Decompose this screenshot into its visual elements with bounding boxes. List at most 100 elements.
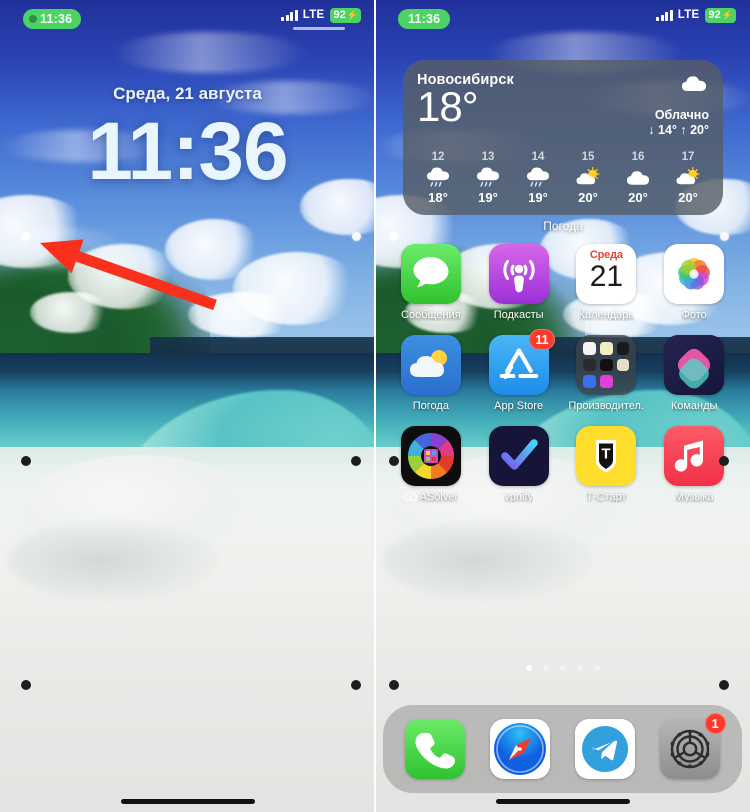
telegram-app-icon[interactable] xyxy=(574,719,635,779)
weather-hour-column: 12 18° xyxy=(413,151,463,205)
app-row: ASolver vpnify T Т-Старт Музыка xyxy=(387,426,738,504)
dock-item xyxy=(405,719,466,779)
page-dot[interactable] xyxy=(559,665,566,671)
cloud-rain-icon xyxy=(513,165,563,189)
settings-app-icon[interactable]: 1 xyxy=(659,713,726,779)
icloud-download-icon xyxy=(403,491,417,504)
registration-dot-right-bottom xyxy=(351,680,361,690)
weather-hour-time: 14 xyxy=(531,151,545,163)
app-store-icon[interactable]: 11 xyxy=(488,329,555,395)
status-time-pill: 11:36 xyxy=(23,9,82,29)
weather-widget[interactable]: Новосибирск 18° Облачно ↓ 14° ↑ 20° 12 18… xyxy=(403,60,723,215)
app-label: Команды xyxy=(670,400,718,412)
battery-percent: 92 xyxy=(333,9,346,21)
weather-hour-temp: 19° xyxy=(478,190,498,205)
status-underline-accent xyxy=(293,27,345,30)
page-indicator-dots[interactable] xyxy=(375,665,750,671)
safari-app-icon[interactable] xyxy=(490,719,551,779)
home-indicator-bar[interactable] xyxy=(495,799,630,804)
podcasts-app-icon[interactable] xyxy=(488,244,549,304)
app-cell: Команды xyxy=(650,335,738,412)
network-type-label: LTE xyxy=(302,9,325,22)
app-cell: T Т-Старт xyxy=(563,426,651,504)
status-time-home: 11:36 xyxy=(408,12,441,26)
app-row: Погода 11 App Store Производител... Команды xyxy=(387,329,738,412)
weather-hourly-forecast: 12 18° 13 19° 14 19° 15 20° 16 20° 17 20° xyxy=(413,151,713,205)
app-label: Музыка xyxy=(674,491,714,503)
notification-badge: 11 xyxy=(529,329,555,350)
shortcuts-app-icon[interactable] xyxy=(664,335,725,395)
dock-item: 1 xyxy=(659,713,726,779)
phone-app-icon[interactable] xyxy=(405,719,466,779)
vpnify-app-icon[interactable] xyxy=(488,426,549,486)
weather-hour-time: 17 xyxy=(681,151,695,163)
app-label: Т-Старт xyxy=(586,491,627,503)
page-dot[interactable] xyxy=(576,665,583,671)
weather-hour-time: 13 xyxy=(481,151,495,163)
registration-dot-left-top xyxy=(389,232,398,241)
screen-record-dot-icon xyxy=(29,15,37,23)
phone-home-screen: 11:36 LTE 92 ⚡ Новосибирск 18° Облачно ↓… xyxy=(375,0,750,812)
charging-bolt-icon: ⚡ xyxy=(721,9,733,20)
app-cell: ASolver xyxy=(387,426,475,504)
weather-hour-column: 17 20° xyxy=(663,151,713,205)
page-dot[interactable] xyxy=(593,665,600,671)
weather-hour-temp: 18° xyxy=(428,190,448,205)
app-label: Сообщения xyxy=(401,309,461,321)
status-time-pill-home: 11:36 xyxy=(398,9,451,29)
folder-icon[interactable] xyxy=(576,335,637,395)
registration-dot-right-mid xyxy=(351,456,361,466)
app-label: Календарь xyxy=(578,309,635,321)
weather-app-icon[interactable] xyxy=(400,335,461,395)
svg-text:T: T xyxy=(602,446,611,463)
weather-hour-temp: 20° xyxy=(578,190,598,205)
registration-dot-right-mid xyxy=(719,456,729,466)
app-cell: Фото xyxy=(650,244,738,321)
cloud-rain-icon xyxy=(413,165,463,189)
weather-hour-time: 15 xyxy=(581,151,595,163)
calendar-app-icon[interactable]: Среда 21 xyxy=(576,244,637,304)
home-indicator-bar[interactable] xyxy=(120,799,255,804)
app-cell: Погода xyxy=(387,335,475,412)
calendar-day-number: 21 xyxy=(589,260,624,293)
tstart-app-icon[interactable]: T xyxy=(576,426,637,486)
home-screen-content: Новосибирск 18° Облачно ↓ 14° ↑ 20° 12 18… xyxy=(375,0,750,812)
weather-widget-label: Погода xyxy=(543,219,583,233)
phone-divider xyxy=(374,0,376,812)
dock-item xyxy=(574,719,635,779)
registration-dot-right-bottom xyxy=(719,680,729,690)
asolver-app-icon[interactable] xyxy=(400,426,461,486)
app-label: Фото xyxy=(681,309,707,321)
status-right-group-home: LTE 92 ⚡ xyxy=(656,8,736,23)
weather-hour-temp: 20° xyxy=(628,190,648,205)
weather-hour-column: 14 19° xyxy=(513,151,563,205)
weather-hour-time: 12 xyxy=(431,151,445,163)
messages-app-icon[interactable] xyxy=(400,244,461,304)
app-cell: Среда 21 Календарь xyxy=(563,244,651,321)
registration-dot-left-bottom xyxy=(21,680,31,690)
status-right-group: LTE 92 ⚡ xyxy=(281,8,361,23)
app-label: Подкасты xyxy=(493,309,544,321)
battery-percent: 92 xyxy=(708,9,721,21)
weather-widget-summary: Облачно ↓ 14° ↑ 20° xyxy=(648,108,709,137)
registration-dot-right-top xyxy=(352,232,361,241)
weather-condition: Облачно xyxy=(654,108,709,122)
weather-hour-column: 15 20° xyxy=(563,151,613,205)
network-type-label: LTE xyxy=(677,9,700,22)
registration-dot-left-mid xyxy=(389,456,399,466)
page-dot[interactable] xyxy=(542,665,549,671)
music-app-icon[interactable] xyxy=(664,426,725,486)
notification-badge: 1 xyxy=(704,713,726,734)
registration-dot-right-top xyxy=(720,232,729,241)
lock-screen-time: 11:36 xyxy=(87,106,288,197)
registration-dot-left-top xyxy=(21,232,30,241)
photos-app-icon[interactable] xyxy=(664,244,725,304)
app-label: Погода xyxy=(412,400,449,412)
cloud-icon xyxy=(613,165,663,189)
cellular-signal-icon xyxy=(281,9,298,21)
battery-indicator: 92 ⚡ xyxy=(329,8,361,23)
weather-hour-temp: 19° xyxy=(528,190,548,205)
registration-dot-left-bottom xyxy=(389,680,399,690)
registration-dot-left-mid xyxy=(21,456,31,466)
page-dot[interactable] xyxy=(525,665,532,671)
